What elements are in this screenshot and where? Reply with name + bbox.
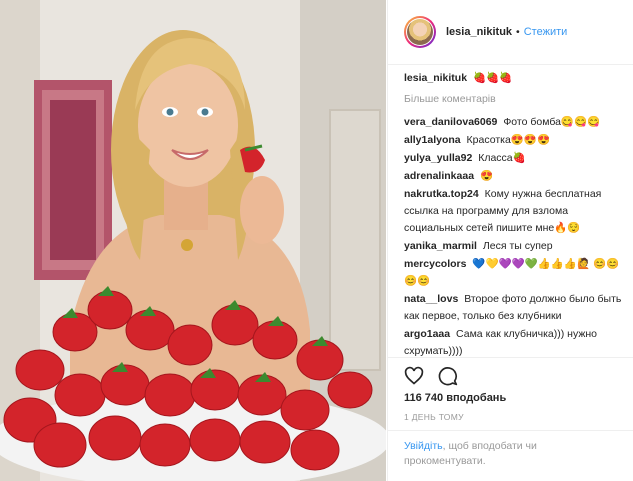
comment-text: 😍 [479,170,494,182]
comment-row: vera_danilova6069 Фото бомба😋😋😋 [404,114,626,131]
post-sidebar: lesia_nikituk • Стежити lesia_nikituk 🍓🍓… [387,0,633,481]
comment-username[interactable]: adrenalinkaaa [404,170,474,182]
comment-username[interactable]: nata__lovs [404,293,458,305]
comment-username[interactable]: yanika_marmil [404,240,477,252]
login-prompt: Увійдіть, щоб вподобати чи прокоментуват… [388,430,633,469]
comment-username[interactable]: vera_danilova6069 [404,116,497,128]
comment-username[interactable]: argo1aaa [404,328,450,340]
action-icons [388,358,633,386]
comment-row: ally1alyona Красотка😍😍😍 [404,132,626,149]
post-photo-image [0,0,386,481]
avatar-image [407,19,433,45]
comment-row: argo1aaa Сама как клубничка))) нужно схр… [404,326,626,360]
comment-text: Леся ты супер [482,240,553,252]
caption-text: 🍓🍓🍓 [472,72,513,84]
comment-icon[interactable] [438,366,458,386]
post-actions: 116 740 вподобань 1 день тому [388,357,633,422]
comment-row: yanika_marmil Леся ты супер [404,238,626,255]
comment-row: yulya_yulla92 Класса🍓 [404,150,626,167]
comment-text: Красотка😍😍😍 [466,134,551,146]
post-photo[interactable] [0,0,386,481]
comment-text: Фото бомба😋😋😋 [503,116,601,128]
post-time[interactable]: 1 день тому [388,404,633,422]
comment-username[interactable]: yulya_yulla92 [404,152,472,164]
login-link[interactable]: Увійдіть [404,440,443,452]
comment-row: nakrutka.top24 Кому нужна бесплатная ссы… [404,186,626,237]
caption-username[interactable]: lesia_nikituk [404,72,467,84]
comment-row: adrenalinkaaa 😍 [404,168,626,185]
comment-username[interactable]: ally1alyona [404,134,461,146]
comment-username[interactable]: nakrutka.top24 [404,188,479,200]
follow-button[interactable]: Стежити [524,26,568,38]
likes-count[interactable]: 116 740 вподобань [388,386,633,404]
comment-row: mercycolors 💙💛💜💜💚👍👍👍🙋 😊😊😊😊 [404,256,626,290]
header-separator: • [516,26,520,38]
comments-list: lesia_nikituk 🍓🍓🍓 Більше коментарів vera… [404,70,626,357]
comment-row: nata__lovs Второе фото должно было быть … [404,291,626,325]
heart-icon[interactable] [404,366,424,386]
post-header: lesia_nikituk • Стежити [388,0,633,65]
caption: lesia_nikituk 🍓🍓🍓 [404,70,626,87]
comment-text: Класса🍓 [478,152,526,164]
avatar[interactable] [404,16,436,48]
comment-username[interactable]: mercycolors [404,258,466,270]
more-comments-link[interactable]: Більше коментарів [404,91,626,108]
header-username[interactable]: lesia_nikituk [446,26,512,38]
avatar-ring [406,18,434,46]
